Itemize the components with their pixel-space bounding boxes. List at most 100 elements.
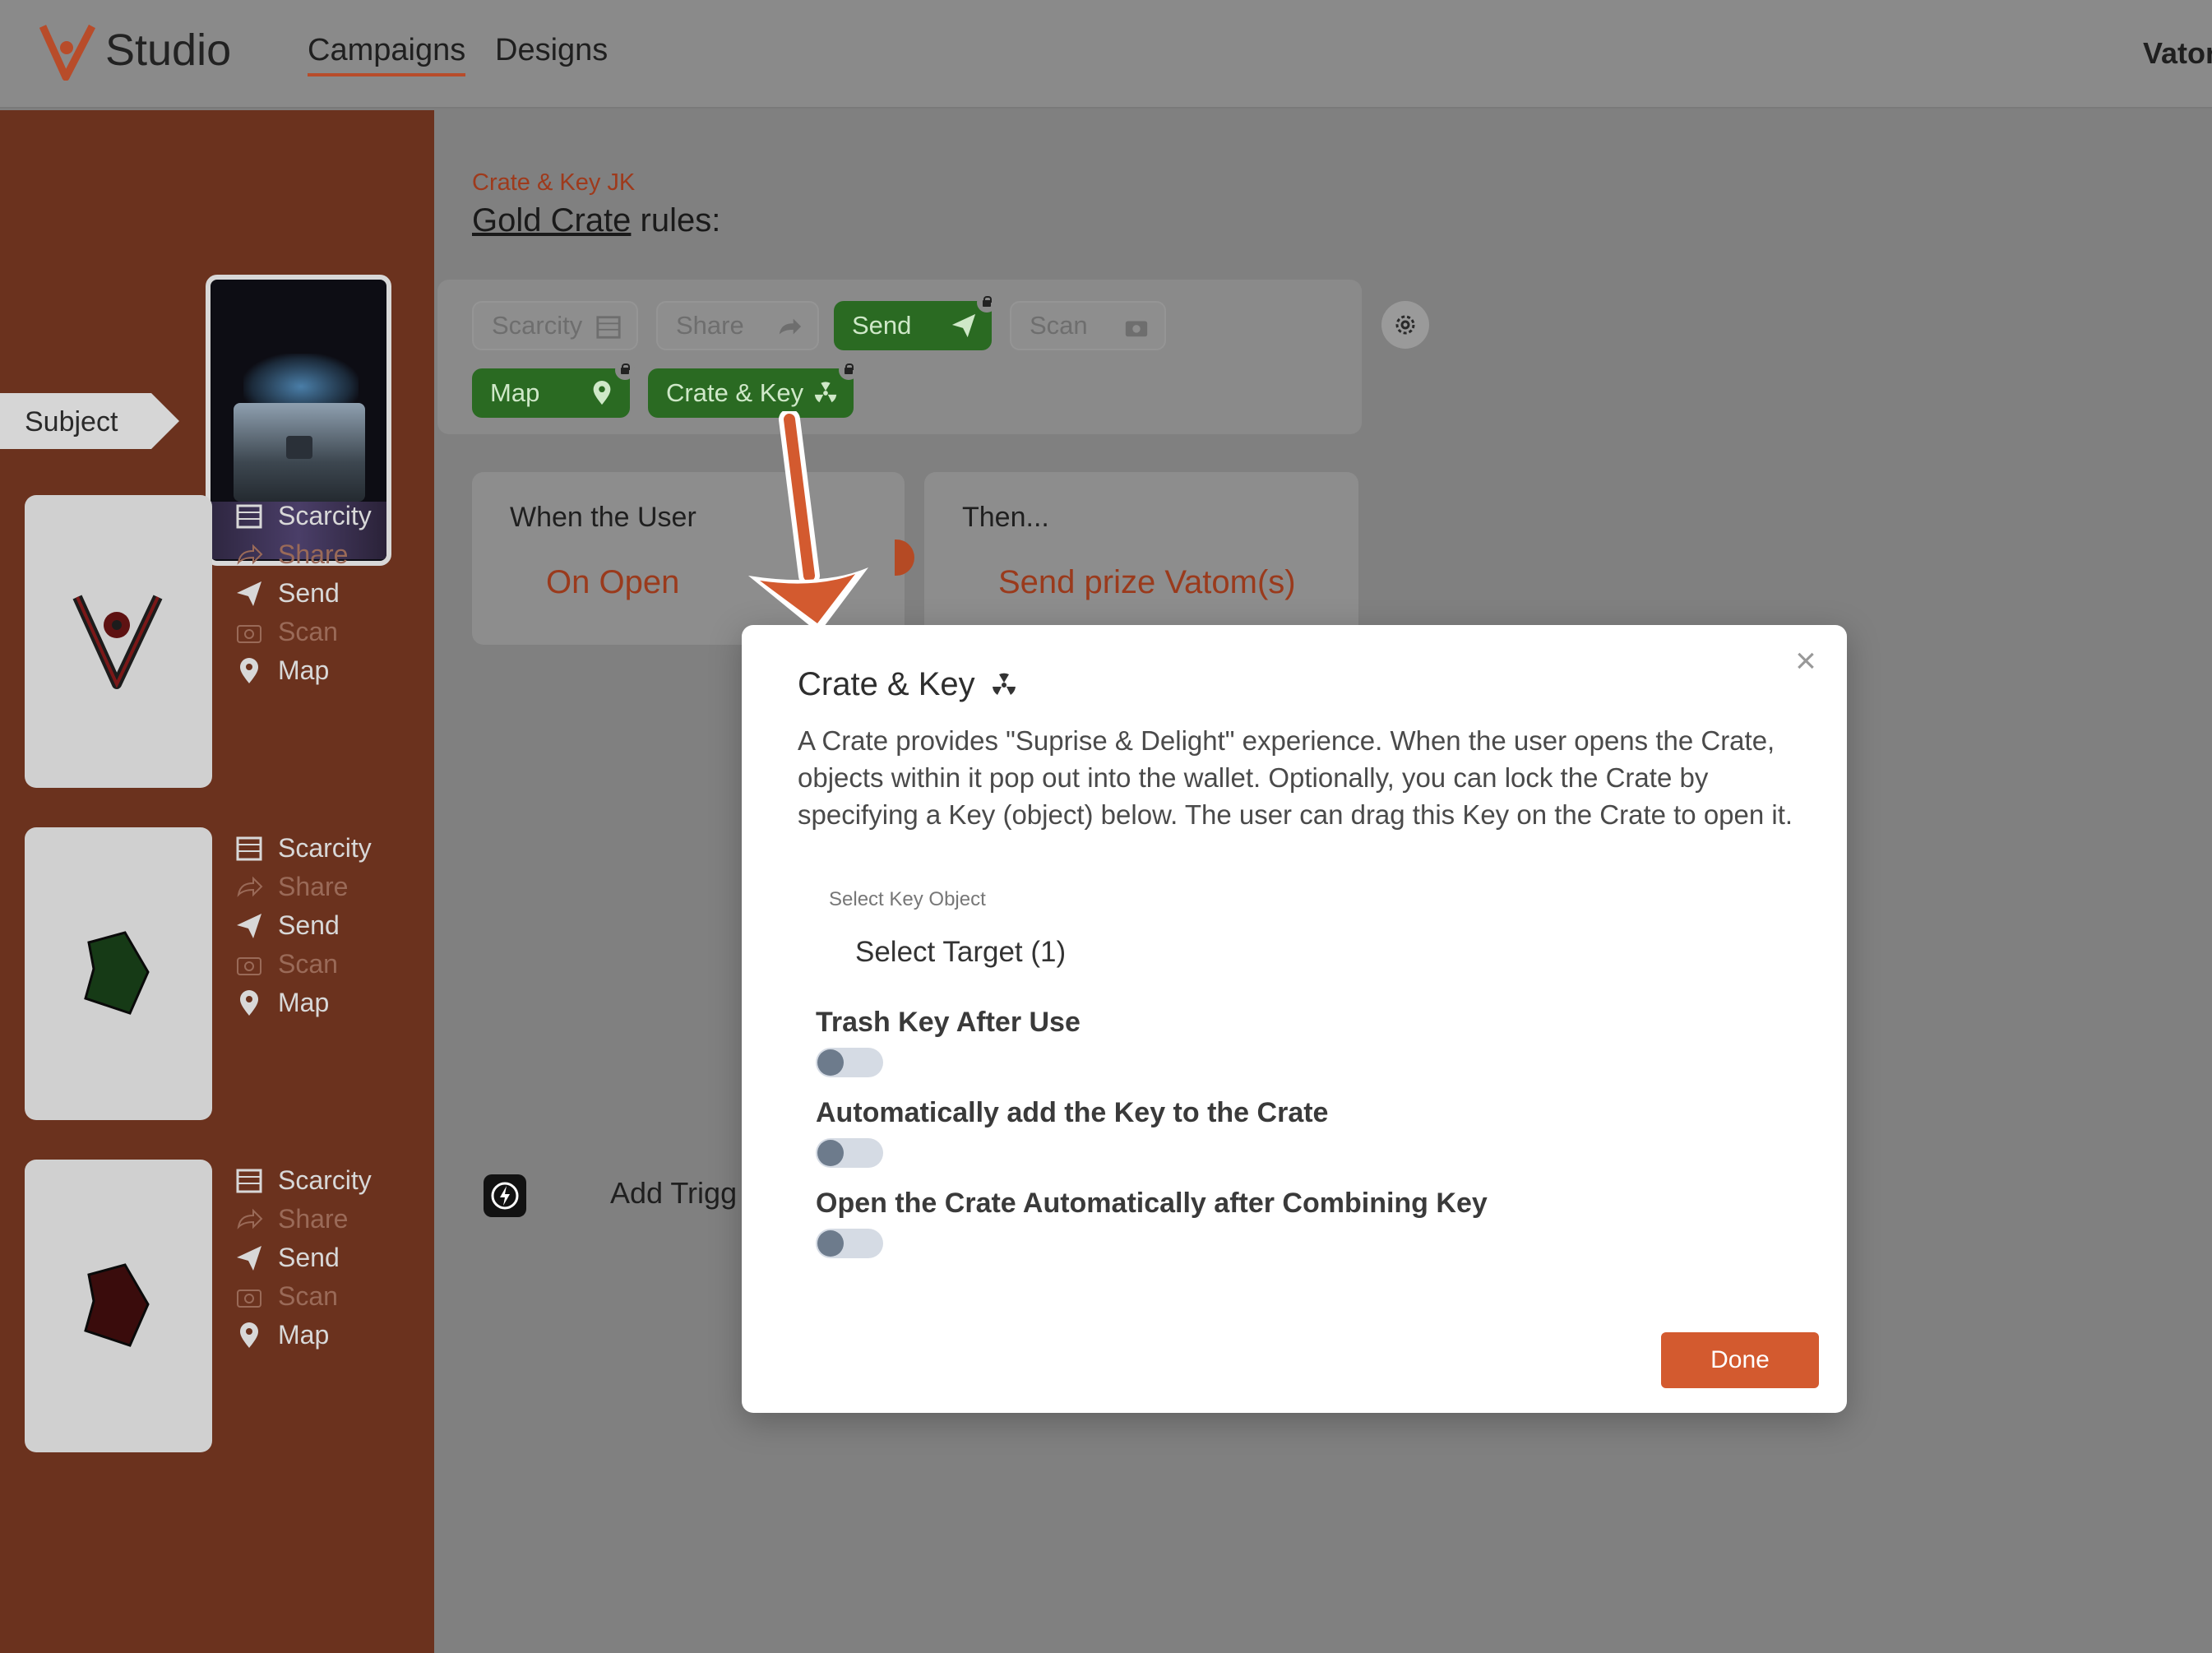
page-title: Gold Crate rules:: [472, 202, 720, 239]
action-map[interactable]: Map: [235, 984, 372, 1022]
pill-share[interactable]: Share: [656, 301, 819, 350]
action-label: Scan: [278, 617, 338, 646]
annotation-arrow-icon: [748, 411, 868, 633]
action-label: Map: [278, 655, 330, 685]
crate-key-modal: Crate & Key × A Crate provides "Suprise …: [742, 625, 1847, 1413]
camera-icon: [237, 1289, 261, 1308]
action-label: Map: [278, 1320, 330, 1350]
subject-link[interactable]: Gold Crate: [472, 202, 631, 238]
select-key-label: Select Key Object: [829, 888, 986, 910]
action-map[interactable]: Map: [235, 651, 372, 690]
rule-then-value[interactable]: Send prize Vatom(s): [998, 564, 1296, 601]
action-share[interactable]: Share: [235, 868, 372, 906]
action-label: Scan: [278, 949, 338, 979]
page-title-suffix: rules:: [631, 202, 721, 238]
share-icon: [237, 544, 263, 565]
crate-image: [234, 403, 365, 502]
rule-when-label: When the User: [510, 502, 696, 533]
option-auto-open-label: Open the Crate Automatically after Combi…: [816, 1188, 1488, 1219]
option-auto-add-key-label: Automatically add the Key to the Crate: [816, 1097, 1329, 1128]
card-3-actions: Scarcity Share Send Scan Map: [235, 1161, 372, 1354]
action-label: Share: [278, 872, 349, 901]
abacus-icon: [596, 316, 621, 339]
pill-label: Scan: [1030, 311, 1088, 340]
card-1-actions: Scarcity Share Send Scan Map: [235, 497, 372, 690]
send-icon: [237, 1245, 261, 1271]
action-label: Scarcity: [278, 833, 372, 863]
action-scarcity[interactable]: Scarcity: [235, 1161, 372, 1200]
action-label: Scan: [278, 1281, 338, 1311]
action-label: Scarcity: [278, 501, 372, 530]
pill-map[interactable]: Map: [472, 360, 635, 418]
nav-designs[interactable]: Designs: [495, 33, 608, 68]
action-label: Map: [278, 988, 330, 1017]
action-send[interactable]: Send: [235, 574, 372, 613]
action-label: Send: [278, 578, 340, 608]
toggle-knob: [817, 1049, 844, 1076]
sidebar: Subject Scarcity Share Send Scan Map Sca…: [0, 110, 434, 1653]
object-card-3[interactable]: [25, 1160, 212, 1452]
share-icon: [237, 1208, 263, 1229]
vatom-v-icon: [72, 595, 163, 689]
breadcrumb[interactable]: Crate & Key JK: [472, 169, 635, 197]
action-send[interactable]: Send: [235, 906, 372, 945]
user-name[interactable]: Vator: [2143, 36, 2212, 71]
send-icon: [951, 313, 976, 338]
close-icon[interactable]: ×: [1786, 641, 1826, 681]
pill-label: Crate & Key: [666, 378, 804, 407]
action-scan[interactable]: Scan: [235, 945, 372, 984]
brand-name: Studio: [105, 25, 232, 75]
object-card-1[interactable]: [25, 495, 212, 788]
toggle-auto-add-key[interactable]: [816, 1138, 883, 1168]
subject-tab-label: Subject: [25, 406, 118, 438]
pill-send[interactable]: Send: [834, 293, 997, 350]
rule-then-label: Then...: [962, 502, 1049, 533]
toggle-auto-open[interactable]: [816, 1229, 883, 1258]
abacus-icon: [236, 1169, 262, 1192]
lock-icon: [977, 293, 997, 313]
red-gem-icon: [84, 1263, 150, 1347]
action-scan[interactable]: Scan: [235, 613, 372, 651]
pill-crate-key[interactable]: Crate & Key: [648, 360, 858, 418]
toggle-trash-key[interactable]: [816, 1048, 883, 1077]
action-scarcity[interactable]: Scarcity: [235, 829, 372, 868]
modal-title-text: Crate & Key: [798, 666, 975, 702]
radiation-icon: [992, 673, 1016, 695]
action-share[interactable]: Share: [235, 535, 372, 574]
map-pin-icon: [593, 380, 611, 405]
action-label: Send: [278, 1243, 340, 1272]
send-icon: [237, 581, 261, 606]
settings-gear-icon[interactable]: [1381, 301, 1429, 349]
done-button[interactable]: Done: [1661, 1332, 1819, 1388]
nav-campaigns[interactable]: Campaigns: [308, 33, 466, 76]
rule-when-value[interactable]: On Open: [546, 564, 679, 601]
action-send[interactable]: Send: [235, 1239, 372, 1277]
select-target-button[interactable]: Select Target (1): [855, 936, 1066, 969]
action-scan[interactable]: Scan: [235, 1277, 372, 1316]
action-label: Send: [278, 910, 340, 940]
pill-scan[interactable]: Scan: [1010, 301, 1166, 350]
camera-icon: [1125, 321, 1148, 337]
modal-description: A Crate provides "Suprise & Delight" exp…: [798, 725, 1793, 830]
lightning-icon: [484, 1174, 526, 1217]
pill-label: Share: [676, 311, 744, 340]
action-share[interactable]: Share: [235, 1200, 372, 1239]
card-2-actions: Scarcity Share Send Scan Map: [235, 829, 372, 1022]
add-trigger-label: Add Trigg: [610, 1176, 738, 1210]
subject-tab[interactable]: Subject: [0, 393, 179, 449]
pill-scarcity[interactable]: Scarcity: [472, 301, 638, 350]
rule-then-card[interactable]: Then... Send prize Vatom(s): [924, 472, 1358, 645]
green-gem-icon: [84, 931, 150, 1015]
action-scarcity[interactable]: Scarcity: [235, 497, 372, 535]
pill-label: Map: [490, 378, 540, 407]
camera-icon: [237, 956, 261, 975]
toggle-knob: [817, 1230, 844, 1257]
action-label: Share: [278, 539, 349, 569]
vatom-logo-icon[interactable]: [39, 23, 95, 81]
object-card-2[interactable]: [25, 827, 212, 1120]
action-map[interactable]: Map: [235, 1316, 372, 1354]
top-nav: Studio Campaigns Designs Vator: [0, 0, 2212, 109]
lock-icon: [615, 360, 635, 380]
option-trash-key-label: Trash Key After Use: [816, 1007, 1081, 1038]
send-icon: [237, 913, 261, 938]
